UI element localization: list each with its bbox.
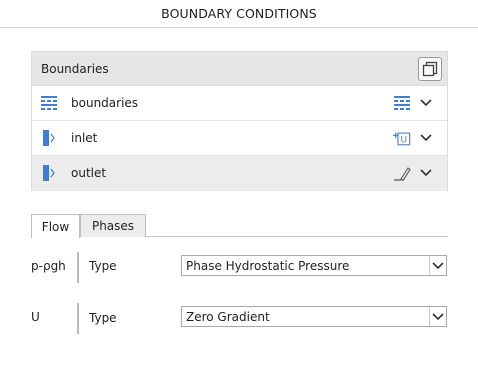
patch-group-icon (394, 96, 410, 110)
type-label: Type (89, 311, 117, 325)
tab-bar: Flow Phases (31, 214, 448, 238)
copy-button[interactable] (418, 57, 442, 81)
tab-flow[interactable]: Flow (31, 214, 80, 238)
pencil-icon (394, 167, 411, 181)
boundary-label: outlet (71, 166, 107, 180)
boundary-row-boundaries[interactable]: boundaries (32, 86, 447, 121)
patch-group-action[interactable] (393, 95, 411, 111)
tab-label: Flow (41, 219, 70, 234)
boundaries-title: Boundaries (41, 61, 109, 76)
inlet-velocity-icon: U (393, 132, 411, 145)
patch-icon (43, 165, 55, 181)
tab-phases[interactable]: Phases (80, 214, 146, 237)
boundary-label: boundaries (71, 96, 139, 110)
select-value: Zero Gradient (186, 309, 270, 324)
p-rgh-type-select[interactable]: Phase Hydrostatic Pressure (181, 255, 447, 276)
tab-label: Phases (91, 219, 135, 233)
chevron-down-icon[interactable] (419, 167, 433, 179)
select-arrow (429, 307, 446, 326)
chevron-down-icon (432, 312, 444, 320)
boundaries-panel: Boundaries boundaries inlet U outlet (31, 51, 448, 191)
patch-group-icon (41, 96, 57, 110)
boundaries-header: Boundaries (32, 52, 447, 86)
chevron-down-icon[interactable] (419, 132, 433, 144)
copy-icon (422, 61, 438, 77)
boundary-row-outlet[interactable]: outlet (32, 156, 447, 191)
select-arrow (429, 256, 446, 275)
boundary-row-inlet[interactable]: inlet U (32, 121, 447, 156)
select-value: Phase Hydrostatic Pressure (186, 258, 350, 273)
inlet-velocity-action[interactable]: U (393, 130, 411, 146)
field-separator (77, 303, 79, 334)
svg-text:U: U (401, 135, 408, 145)
boundary-label: inlet (71, 131, 98, 145)
patch-icon (43, 130, 55, 146)
u-type-select[interactable]: Zero Gradient (181, 306, 447, 327)
chevron-down-icon (432, 261, 444, 269)
chevron-down-icon[interactable] (419, 97, 433, 109)
field-name-p-rgh: p-ρgh (31, 259, 66, 273)
edit-action[interactable] (393, 165, 411, 181)
panel-title: BOUNDARY CONDITIONS (161, 6, 317, 21)
field-name-u: U (31, 310, 40, 324)
field-separator (77, 252, 79, 283)
type-label: Type (89, 259, 117, 273)
panel-header: BOUNDARY CONDITIONS (0, 0, 478, 28)
